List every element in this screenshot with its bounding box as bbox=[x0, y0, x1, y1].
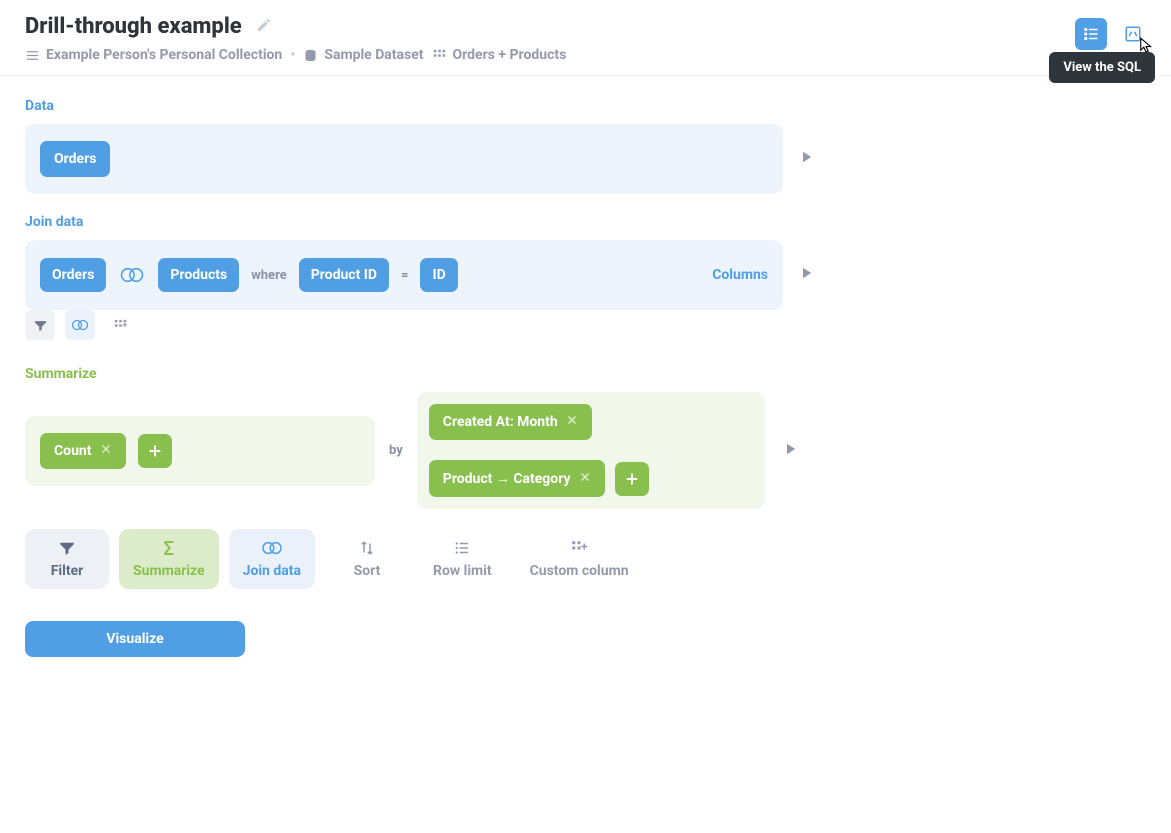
where-label: where bbox=[251, 268, 287, 283]
equals-label: = bbox=[401, 268, 408, 283]
sort-icon bbox=[358, 539, 376, 557]
editor-view-button[interactable] bbox=[1075, 18, 1107, 50]
sort-action-button[interactable]: Sort bbox=[325, 529, 409, 589]
grid-icon bbox=[432, 48, 447, 63]
join-type-icon[interactable] bbox=[118, 264, 146, 286]
join-right-chip[interactable]: Products bbox=[158, 258, 239, 292]
data-table-chip[interactable]: Orders bbox=[40, 141, 110, 177]
preview-summarize-button[interactable] bbox=[781, 440, 799, 462]
join-left-col-chip[interactable]: Product ID bbox=[299, 258, 389, 292]
add-dimension-button[interactable] bbox=[615, 462, 649, 496]
preview-data-button[interactable] bbox=[797, 148, 815, 170]
remove-aggregation-icon[interactable] bbox=[100, 443, 112, 459]
columns-link[interactable]: Columns bbox=[712, 267, 768, 283]
crumb-collection[interactable]: Example Person's Personal Collection bbox=[25, 47, 282, 63]
dimension-chip-1[interactable]: Product → Category bbox=[429, 460, 605, 497]
list-icon bbox=[453, 539, 471, 557]
custom-column-step-button[interactable] bbox=[105, 310, 135, 340]
join-block: Orders Products where Product ID = ID Co… bbox=[25, 240, 783, 310]
summarize-dimensions-block: Created At: Month Product → Category bbox=[417, 392, 765, 509]
rowlimit-action-button[interactable]: Row limit bbox=[419, 529, 506, 589]
visualize-button[interactable]: Visualize bbox=[25, 621, 245, 657]
breadcrumb: Example Person's Personal Collection • S… bbox=[25, 47, 1146, 63]
filter-action-button[interactable]: Filter bbox=[25, 529, 109, 589]
add-aggregation-button[interactable] bbox=[138, 434, 172, 468]
aggregation-chip[interactable]: Count bbox=[40, 433, 126, 469]
join-action-button[interactable]: Join data bbox=[229, 529, 315, 589]
join-right-col-chip[interactable]: ID bbox=[420, 258, 457, 292]
separator-dot: • bbox=[290, 47, 295, 63]
sigma-icon bbox=[159, 539, 179, 557]
collection-icon bbox=[25, 48, 40, 63]
remove-dimension-1-icon[interactable] bbox=[579, 471, 591, 487]
edit-title-icon[interactable] bbox=[256, 17, 272, 37]
page-header: Drill-through example Example Person's P… bbox=[0, 0, 1171, 76]
database-icon bbox=[303, 48, 318, 63]
tooltip-view-sql: View the SQL bbox=[1049, 52, 1155, 83]
join-left-chip[interactable]: Orders bbox=[40, 258, 106, 292]
sql-icon bbox=[1124, 25, 1142, 43]
filter-icon bbox=[58, 539, 76, 557]
sql-view-button[interactable] bbox=[1117, 18, 1149, 50]
remove-dimension-0-icon[interactable] bbox=[566, 414, 578, 430]
dimension-chip-0[interactable]: Created At: Month bbox=[429, 404, 592, 440]
filter-step-button[interactable] bbox=[25, 310, 55, 340]
data-section-label: Data bbox=[25, 98, 815, 114]
summarize-aggregation-block: Count bbox=[25, 416, 375, 486]
by-label: by bbox=[389, 443, 403, 458]
join-section-label: Join data bbox=[25, 214, 815, 230]
crumb-table[interactable]: Orders + Products bbox=[432, 47, 567, 63]
summarize-action-button[interactable]: Summarize bbox=[119, 529, 219, 589]
join-icon bbox=[260, 539, 284, 557]
grid-plus-icon bbox=[570, 539, 588, 557]
crumb-database[interactable]: Sample Dataset bbox=[303, 47, 423, 63]
editor-icon bbox=[1082, 25, 1100, 43]
preview-join-button[interactable] bbox=[797, 264, 815, 286]
customcolumn-action-button[interactable]: Custom column bbox=[516, 529, 643, 589]
data-block: Orders bbox=[25, 124, 783, 194]
action-row: Filter Summarize Join data Sort Row limi… bbox=[25, 529, 815, 589]
page-title: Drill-through example bbox=[25, 14, 242, 39]
join-step-button[interactable] bbox=[65, 310, 95, 340]
summarize-section-label: Summarize bbox=[25, 366, 815, 382]
